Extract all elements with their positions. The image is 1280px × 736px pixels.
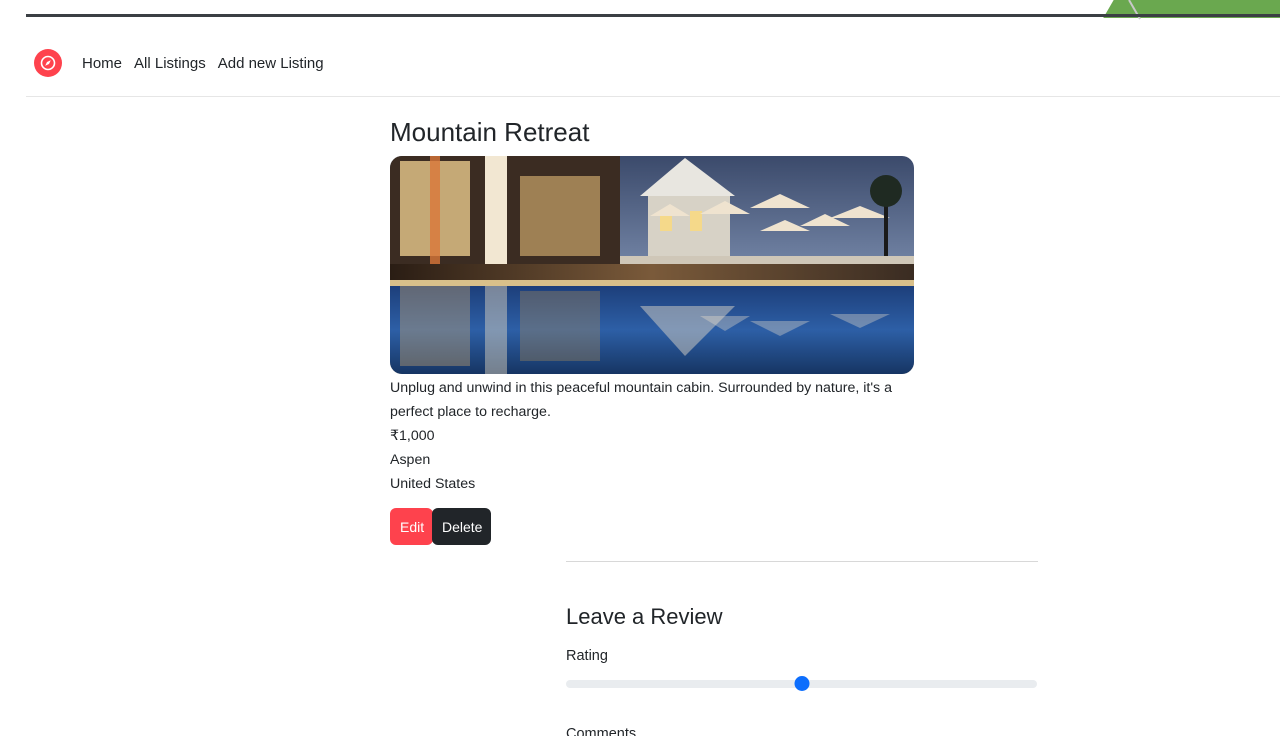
section-divider bbox=[566, 561, 1038, 562]
top-border bbox=[26, 14, 1280, 17]
brand-logo[interactable] bbox=[34, 49, 62, 77]
page-frame: Home All Listings Add new Listing Mounta… bbox=[0, 0, 1280, 736]
nav-link-all-listings[interactable]: All Listings bbox=[134, 55, 206, 72]
listing-details: Unplug and unwind in this peaceful mount… bbox=[390, 376, 920, 496]
nav-link-add-listing[interactable]: Add new Listing bbox=[218, 55, 324, 72]
listing-image bbox=[390, 156, 914, 374]
listing-actions: Edit Delete bbox=[390, 508, 920, 545]
nav-links: Home All Listings Add new Listing bbox=[82, 55, 324, 72]
compass-icon bbox=[40, 55, 56, 71]
listing-card: Mountain Retreat Unplug and unwind in th… bbox=[390, 116, 920, 545]
listing-description: Unplug and unwind in this peaceful mount… bbox=[390, 380, 892, 420]
review-title: Leave a Review bbox=[566, 604, 723, 629]
listing-country: United States bbox=[390, 476, 476, 492]
listing-location: Aspen bbox=[390, 452, 431, 468]
delete-button[interactable]: Delete bbox=[432, 508, 491, 545]
rating-label: Rating bbox=[566, 648, 608, 664]
edit-button[interactable]: Edit bbox=[390, 508, 433, 545]
listing-price: ₹1,000 bbox=[390, 428, 435, 444]
listing-title: Mountain Retreat bbox=[390, 117, 590, 147]
rating-slider-thumb[interactable] bbox=[794, 676, 809, 691]
nav-link-home[interactable]: Home bbox=[82, 55, 122, 72]
navbar: Home All Listings Add new Listing bbox=[26, 30, 1280, 97]
rating-slider[interactable] bbox=[566, 674, 1037, 694]
review-form: Leave a Review Rating Comments bbox=[566, 600, 1038, 736]
comments-label: Comments bbox=[566, 726, 637, 736]
